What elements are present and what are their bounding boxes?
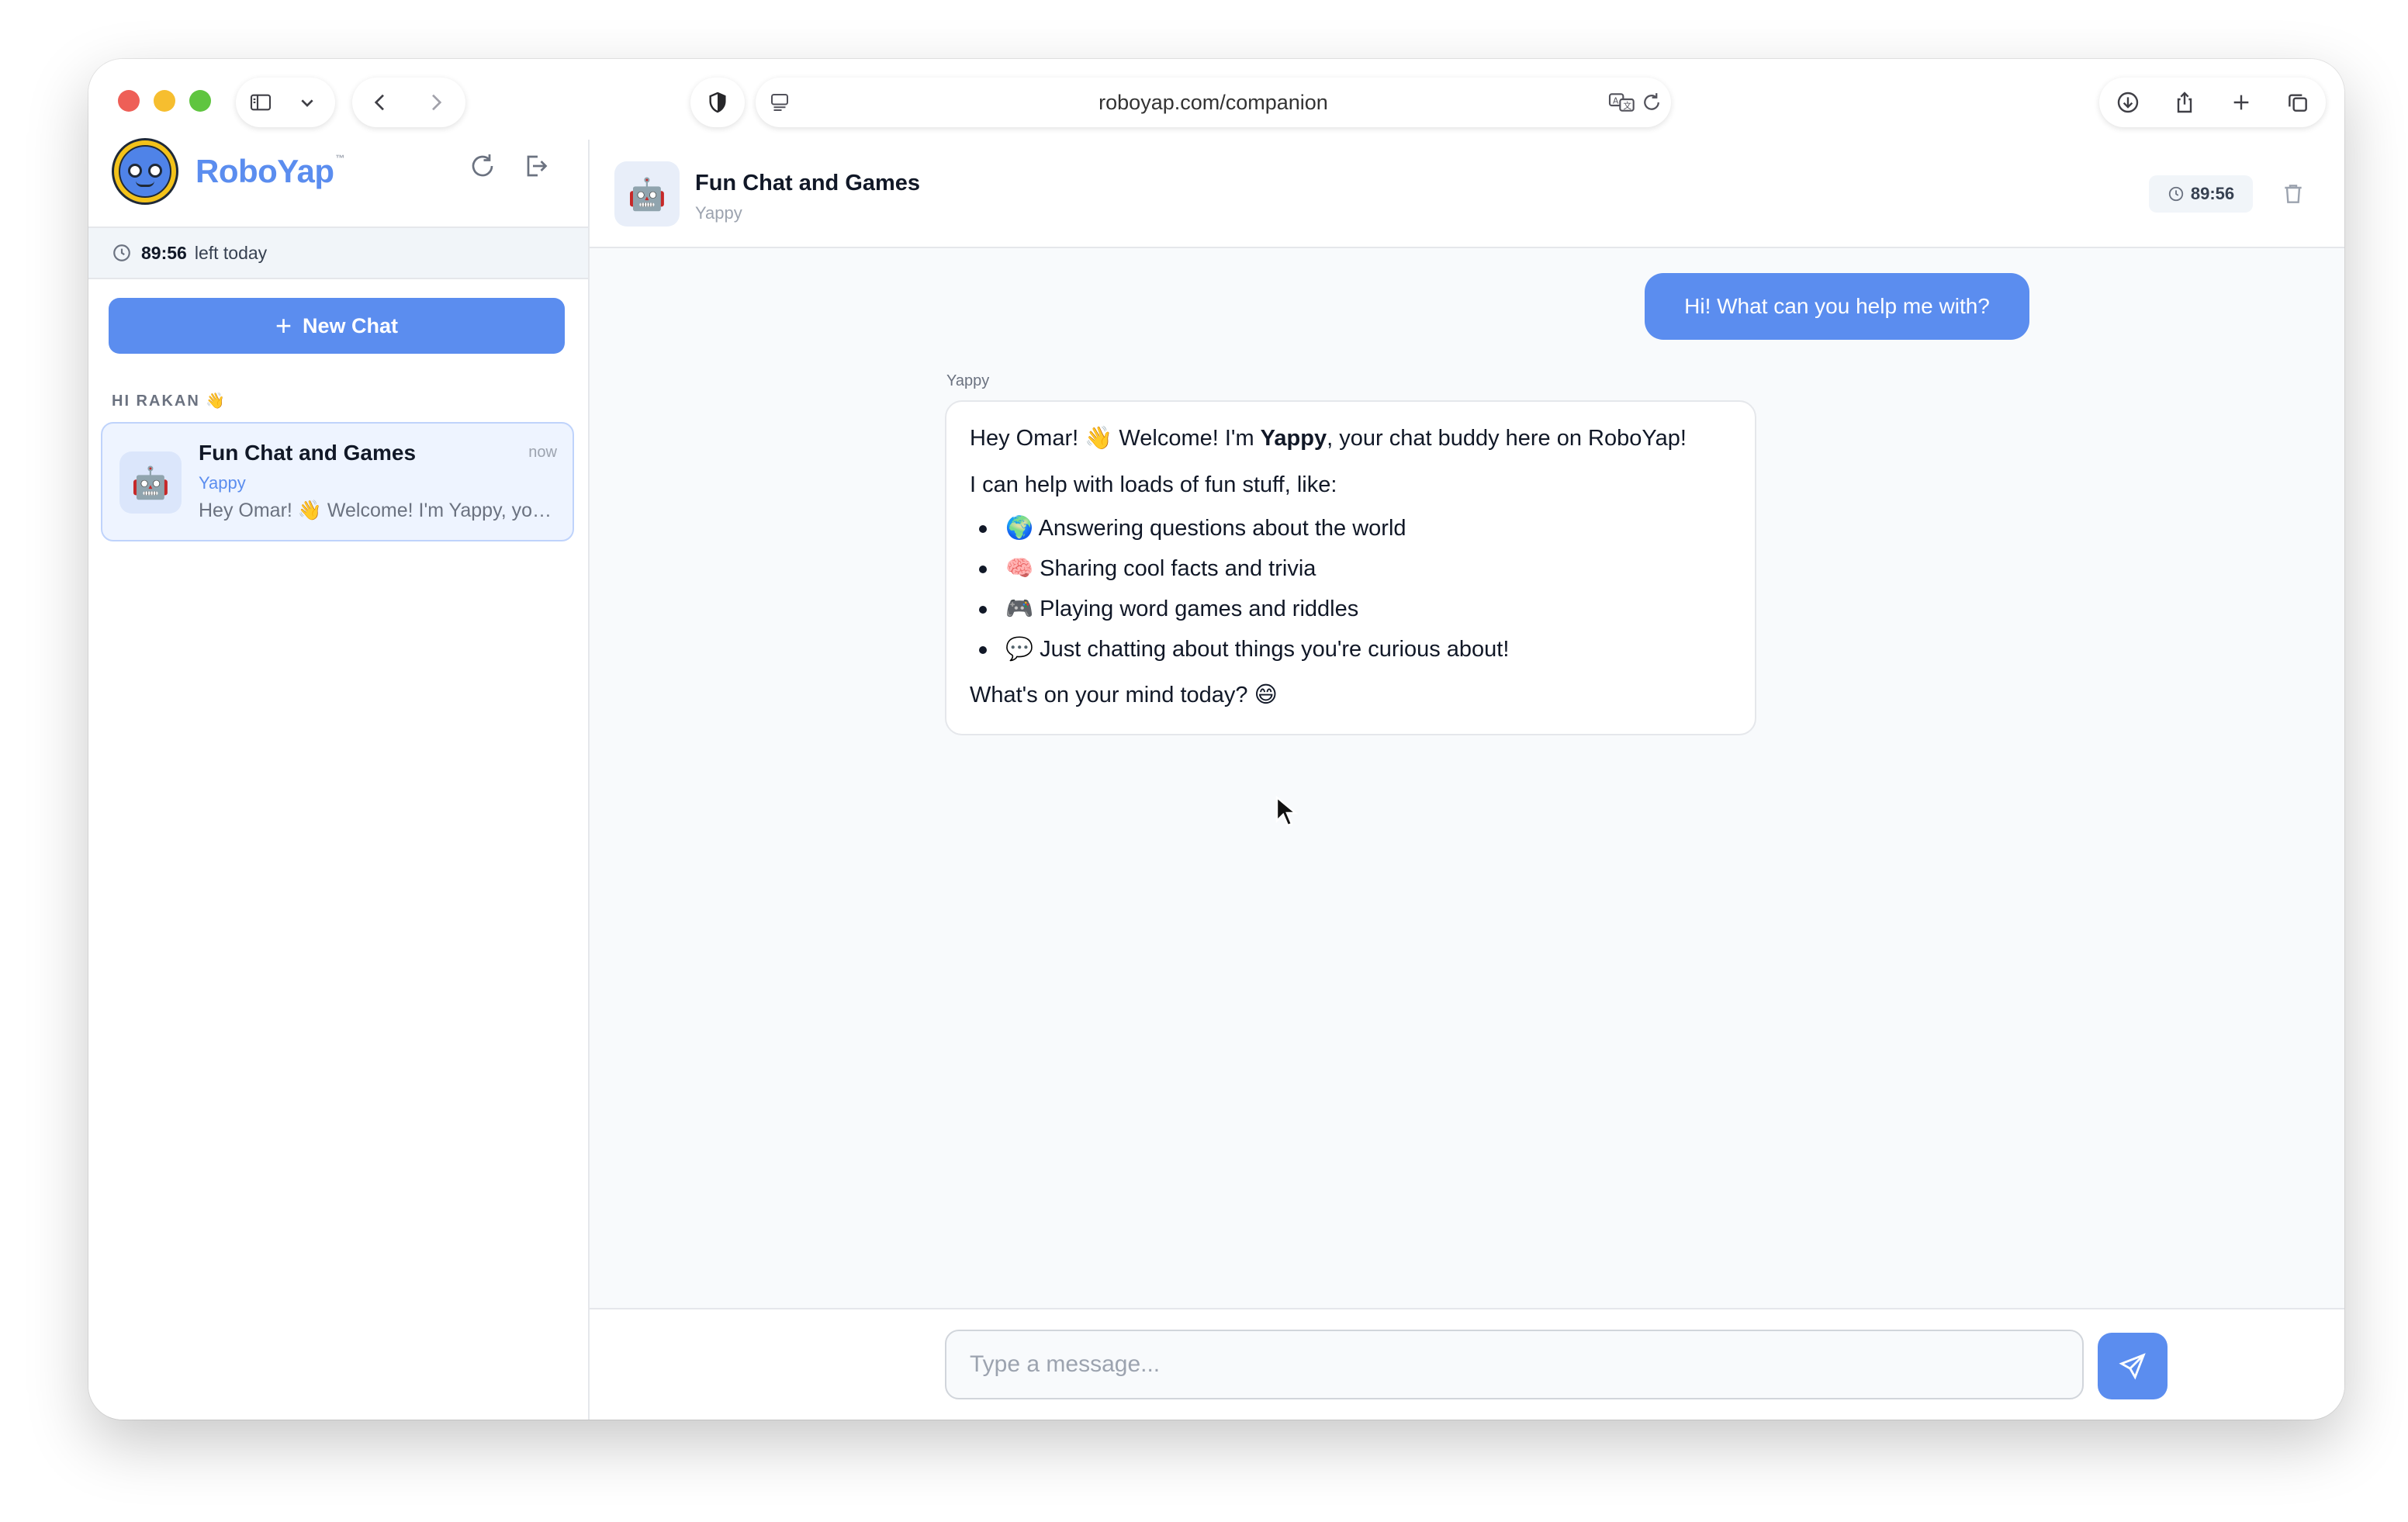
back-arrow-icon[interactable] bbox=[352, 78, 408, 127]
maximize-window-button[interactable] bbox=[189, 90, 211, 112]
robot-avatar-icon: 🤖 bbox=[119, 451, 182, 514]
chevron-down-icon[interactable] bbox=[285, 78, 329, 127]
close-window-button[interactable] bbox=[118, 90, 140, 112]
sidebar: RoboYap ™ 89:56 left today + New Chat HI … bbox=[88, 137, 590, 1420]
refresh-icon[interactable] bbox=[465, 149, 500, 183]
conversation-preview: Hey Omar! 👋 Welcome! I'm Yappy, your cha… bbox=[199, 500, 557, 521]
shield-icon[interactable] bbox=[690, 78, 745, 127]
bot-outro: What's on your mind today? 😄 bbox=[970, 683, 1278, 707]
minimize-window-button[interactable] bbox=[154, 90, 175, 112]
brand-name: RoboYap ™ bbox=[195, 153, 345, 189]
list-item: 🌍 Answering questions about the world bbox=[970, 508, 1732, 548]
svg-text:A: A bbox=[1613, 95, 1619, 106]
plus-icon: + bbox=[275, 310, 292, 341]
clock-icon bbox=[2168, 185, 2185, 202]
daily-time-remaining: 89:56 left today bbox=[88, 227, 588, 279]
new-chat-button[interactable]: + New Chat bbox=[109, 298, 565, 354]
conversation-item[interactable]: 🤖 Fun Chat and Games now Yappy Hey Omar!… bbox=[101, 422, 574, 541]
tabs-icon[interactable] bbox=[2269, 78, 2326, 127]
url-text: roboyap.com/companion bbox=[1098, 91, 1328, 114]
browser-window: roboyap.com/companion A文 RoboYap ™ 89:56… bbox=[88, 59, 2344, 1420]
trash-icon[interactable] bbox=[2278, 178, 2309, 209]
download-icon[interactable] bbox=[2099, 78, 2156, 127]
translate-icon[interactable]: A文 bbox=[1607, 90, 1637, 115]
timer-value: 89:56 bbox=[141, 242, 187, 263]
message-composer bbox=[590, 1308, 2344, 1420]
user-message-bubble: Hi! What can you help me with? bbox=[1645, 273, 2029, 340]
new-chat-label: New Chat bbox=[303, 313, 399, 337]
bot-name-label: Yappy bbox=[946, 372, 990, 389]
bot-intro: Hey Omar! 👋 Welcome! I'm Yappy, your cha… bbox=[970, 426, 1687, 451]
share-icon[interactable] bbox=[2156, 78, 2213, 127]
send-icon bbox=[2119, 1353, 2146, 1380]
user-message-text: Hi! What can you help me with? bbox=[1684, 294, 1990, 318]
message-input[interactable] bbox=[945, 1330, 2084, 1399]
sidebar-toggle-icon[interactable] bbox=[236, 78, 285, 127]
brand-logo: RoboYap ™ bbox=[112, 137, 344, 206]
bot-list-intro: I can help with loads of fun stuff, like… bbox=[970, 472, 1337, 497]
conversation-bot-name: Yappy bbox=[199, 473, 246, 493]
sidebar-toggle-group bbox=[236, 78, 335, 127]
address-bar[interactable]: roboyap.com/companion A文 bbox=[756, 78, 1671, 127]
timer-label: left today bbox=[194, 242, 268, 263]
logout-icon[interactable] bbox=[518, 149, 552, 183]
header-timer-value: 89:56 bbox=[2190, 184, 2235, 203]
chat-title: Fun Chat and Games bbox=[695, 171, 921, 195]
list-item: 🎮 Playing word games and riddles bbox=[970, 589, 1732, 629]
list-item: 🧠 Sharing cool facts and trivia bbox=[970, 548, 1732, 589]
toolbar-actions-group bbox=[2099, 78, 2326, 127]
chat-panel: 🤖 Fun Chat and Games Yappy 89:56 Hi! Wha… bbox=[590, 140, 2344, 1420]
svg-text:文: 文 bbox=[1623, 101, 1631, 111]
roboyap-logo-icon bbox=[112, 138, 178, 205]
forward-arrow-icon[interactable] bbox=[408, 78, 464, 127]
robot-avatar-icon: 🤖 bbox=[614, 161, 680, 227]
clock-icon bbox=[112, 243, 132, 263]
greeting-heading: HI RAKAN 👋 bbox=[112, 393, 227, 410]
reload-icon[interactable] bbox=[1640, 91, 1663, 114]
conversation-title: Fun Chat and Games bbox=[199, 441, 417, 465]
navigation-group bbox=[352, 78, 465, 127]
send-button[interactable] bbox=[2098, 1333, 2168, 1399]
chat-subtitle: Yappy bbox=[695, 203, 742, 223]
bot-message-bubble: Hey Omar! 👋 Welcome! I'm Yappy, your cha… bbox=[945, 400, 1756, 735]
list-item: 💬 Just chatting about things you're curi… bbox=[970, 629, 1732, 669]
header-timer-badge: 89:56 bbox=[2149, 175, 2253, 213]
conversation-time: now bbox=[528, 444, 557, 461]
cursor-icon bbox=[1275, 796, 1299, 827]
plus-icon[interactable] bbox=[2213, 78, 2269, 127]
browser-toolbar: roboyap.com/companion A文 bbox=[88, 59, 2344, 140]
bot-feature-list: 🌍 Answering questions about the world 🧠 … bbox=[970, 508, 1732, 669]
